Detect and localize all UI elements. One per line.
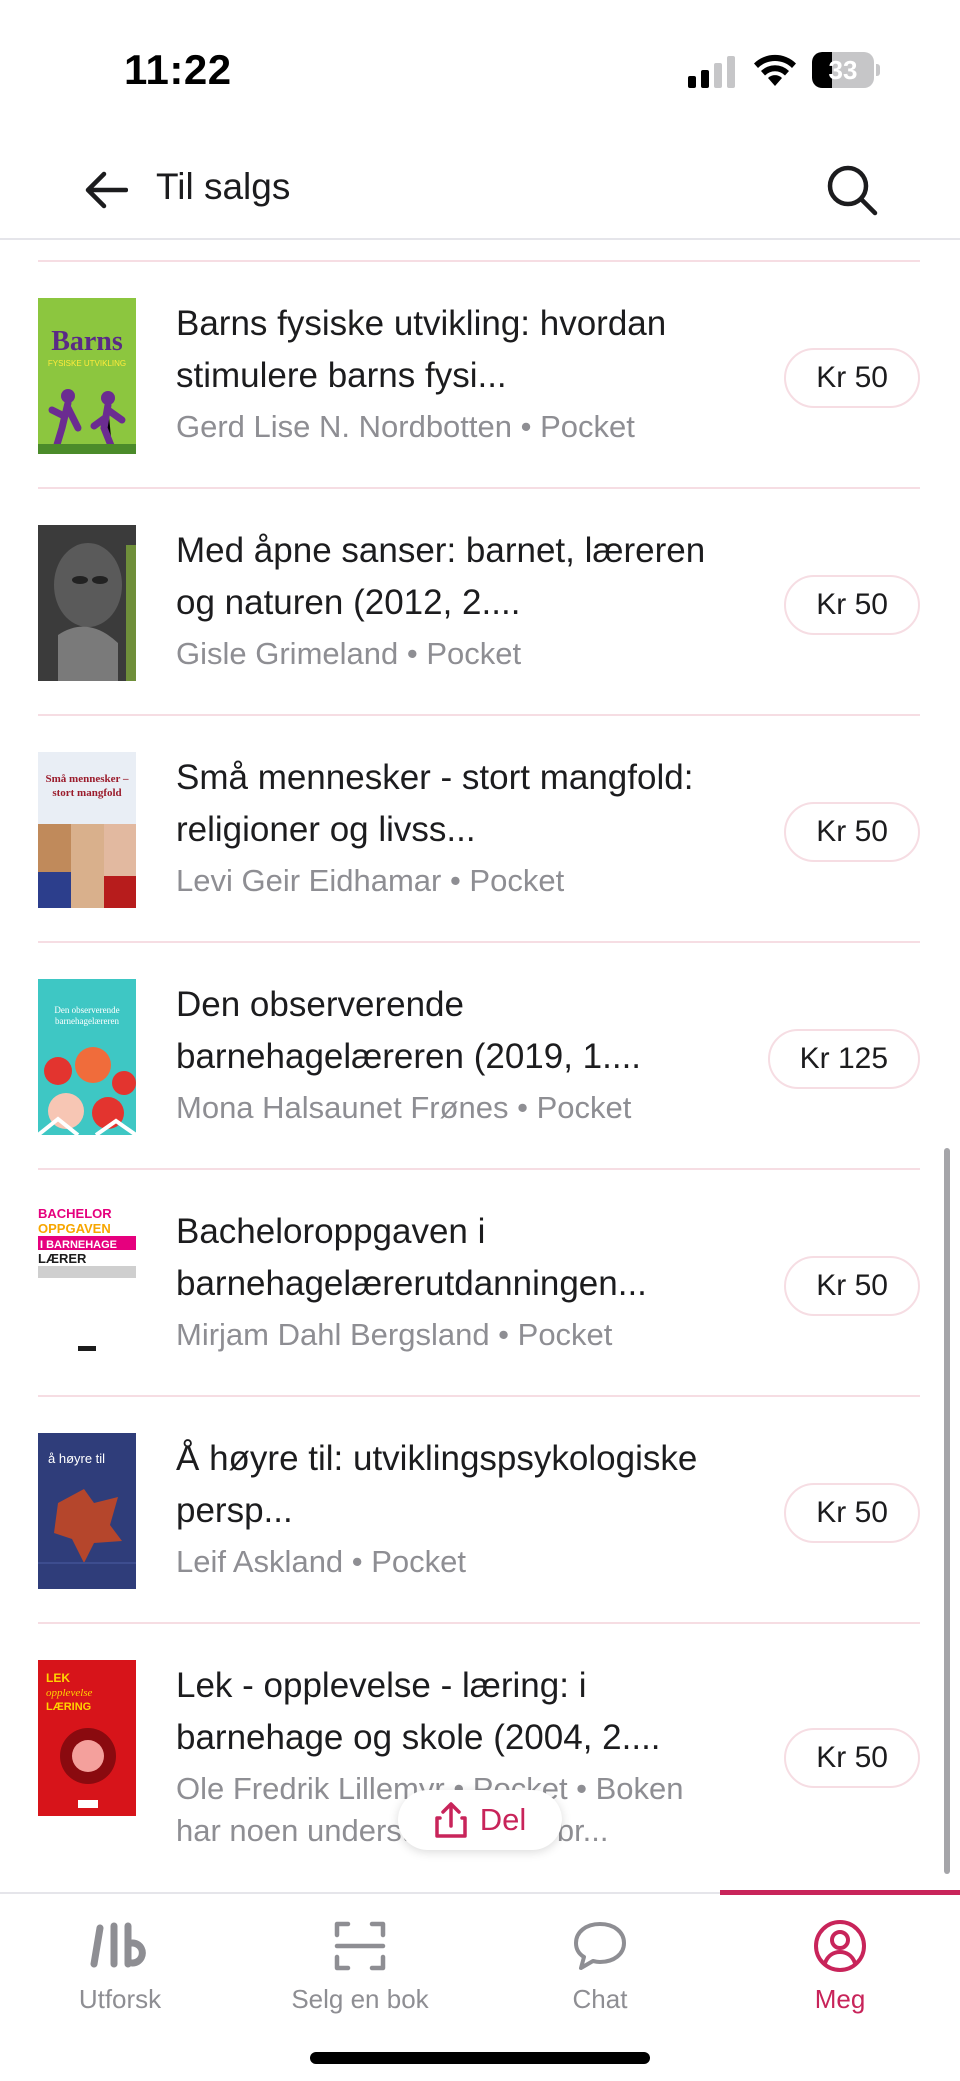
share-label: Del — [479, 1802, 527, 1837]
book-title: Bacheloroppgaven i barnehagelærerutdanni… — [176, 1212, 647, 1303]
book-cover-image: BACHELOR OPPGAVEN I BARNEHAGE LÆRER — [38, 1206, 136, 1362]
battery-percent: 33 — [828, 55, 858, 85]
status-bar: 11:22 33 — [0, 0, 960, 140]
tab-label: Utforsk — [78, 1984, 162, 2014]
svg-text:FYSISKE UTVIKLING: FYSISKE UTVIKLING — [48, 359, 126, 368]
back-button[interactable] — [78, 162, 134, 218]
svg-text:å høyre til: å høyre til — [48, 1451, 105, 1466]
status-time: 11:22 — [124, 46, 232, 93]
book-author-format: Gerd Lise N. Nordbotten • Pocket — [176, 409, 635, 444]
share-icon — [434, 1802, 467, 1838]
svg-text:OPPGAVEN: OPPGAVEN — [38, 1221, 111, 1236]
scan-icon — [334, 1921, 386, 1971]
svg-text:stort mangfold: stort mangfold — [52, 787, 121, 799]
list-item[interactable]: Små mennesker – stort mangfold Små menne… — [0, 716, 960, 943]
book-cover-image: Barns FYSISKE UTVIKLING — [38, 298, 136, 454]
share-button[interactable]: Del — [398, 1790, 562, 1850]
home-indicator — [310, 2052, 650, 2064]
cellular-signal-icon — [688, 56, 735, 88]
book-cover-image: Små mennesker – stort mangfold — [38, 752, 136, 908]
book-cover-image: LEK opplevelse LÆRING — [38, 1660, 136, 1816]
scrollbar[interactable] — [944, 1148, 950, 1874]
book-title: Med åpne sanser: barnet, læreren og natu… — [176, 531, 706, 622]
tab-selg-en-bok[interactable]: Selg en bok — [240, 1894, 480, 2044]
svg-text:BACHELOR: BACHELOR — [38, 1206, 112, 1221]
page-title: Til salgs — [156, 166, 291, 207]
price-badge: Kr 50 — [784, 575, 920, 635]
list-item[interactable]: Med åpne sanser: barnet, læreren og natu… — [0, 489, 960, 716]
list-item[interactable]: Barns FYSISKE UTVIKLING Barns fysiske ut… — [0, 262, 960, 489]
book-title: Lek - opplevelse - læring: i barnehage o… — [176, 1666, 661, 1757]
chat-bubble-icon — [574, 1922, 626, 1970]
svg-text:Den observerende: Den observerende — [54, 1005, 119, 1015]
arrow-left-icon — [85, 171, 128, 209]
book-author-format: Mirjam Dahl Bergsland • Pocket — [176, 1317, 613, 1352]
book-author-format: Leif Askland • Pocket — [176, 1544, 467, 1579]
svg-text:opplevelse: opplevelse — [46, 1687, 93, 1699]
book-author-format: Mona Halsaunet Frønes • Pocket — [176, 1090, 632, 1125]
tab-chat[interactable]: Chat — [480, 1894, 720, 2044]
list-item[interactable]: Den observerende barnehagelæreren Den ob… — [0, 943, 960, 1170]
wifi-icon — [754, 54, 796, 86]
book-cover-image — [38, 525, 136, 681]
book-author-format: Levi Geir Eidhamar • Pocket — [176, 863, 565, 898]
user-circle-icon — [814, 1920, 866, 1972]
lb-logo-icon — [90, 1922, 146, 1968]
battery-icon: 33 — [812, 52, 880, 88]
top-app-bar: Til salgs — [0, 140, 960, 240]
svg-text:Barns: Barns — [51, 326, 123, 357]
price-badge: Kr 50 — [784, 802, 920, 862]
svg-text:LÆRING: LÆRING — [46, 1701, 91, 1713]
book-author-format: Gisle Grimeland • Pocket — [176, 636, 522, 671]
book-title: Den observerende barnehagelæreren (2019,… — [176, 985, 642, 1076]
book-cover-image: Den observerende barnehagelæreren — [38, 979, 136, 1135]
svg-text:I BARNEHAGE: I BARNEHAGE — [40, 1239, 117, 1251]
svg-text:LEK: LEK — [46, 1671, 70, 1685]
tab-meg[interactable]: Meg — [720, 1894, 960, 2044]
svg-text:barnehagelæreren: barnehagelæreren — [55, 1016, 119, 1026]
book-cover-image: å høyre til — [38, 1433, 136, 1589]
book-title: Barns fysiske utvikling: hvordan stimule… — [176, 304, 667, 395]
list-item[interactable]: å høyre til Å høyre til: utviklingspsyko… — [0, 1397, 960, 1624]
book-list[interactable]: Barns FYSISKE UTVIKLING Barns fysiske ut… — [0, 242, 960, 1892]
book-title: Å høyre til: utviklingspsykologiske pers… — [176, 1439, 698, 1530]
tab-label: Meg — [814, 1984, 866, 2014]
tab-utforsk[interactable]: Utforsk — [0, 1894, 240, 2044]
search-button[interactable] — [822, 160, 882, 220]
price-badge: Kr 50 — [784, 1256, 920, 1316]
price-badge: Kr 50 — [784, 1728, 920, 1788]
tab-label: Chat — [572, 1984, 628, 2014]
svg-text:Små mennesker –: Små mennesker – — [46, 773, 129, 785]
price-badge: Kr 125 — [767, 1029, 920, 1089]
search-icon — [827, 165, 878, 216]
book-title: Små mennesker - stort mangfold: religion… — [176, 758, 694, 849]
svg-text:LÆRER: LÆRER — [38, 1251, 87, 1266]
tab-label: Selg en bok — [291, 1984, 429, 2014]
price-badge: Kr 50 — [784, 348, 920, 408]
price-badge: Kr 50 — [784, 1483, 920, 1543]
list-item[interactable]: BACHELOR OPPGAVEN I BARNEHAGE LÆRER Bach… — [0, 1170, 960, 1397]
